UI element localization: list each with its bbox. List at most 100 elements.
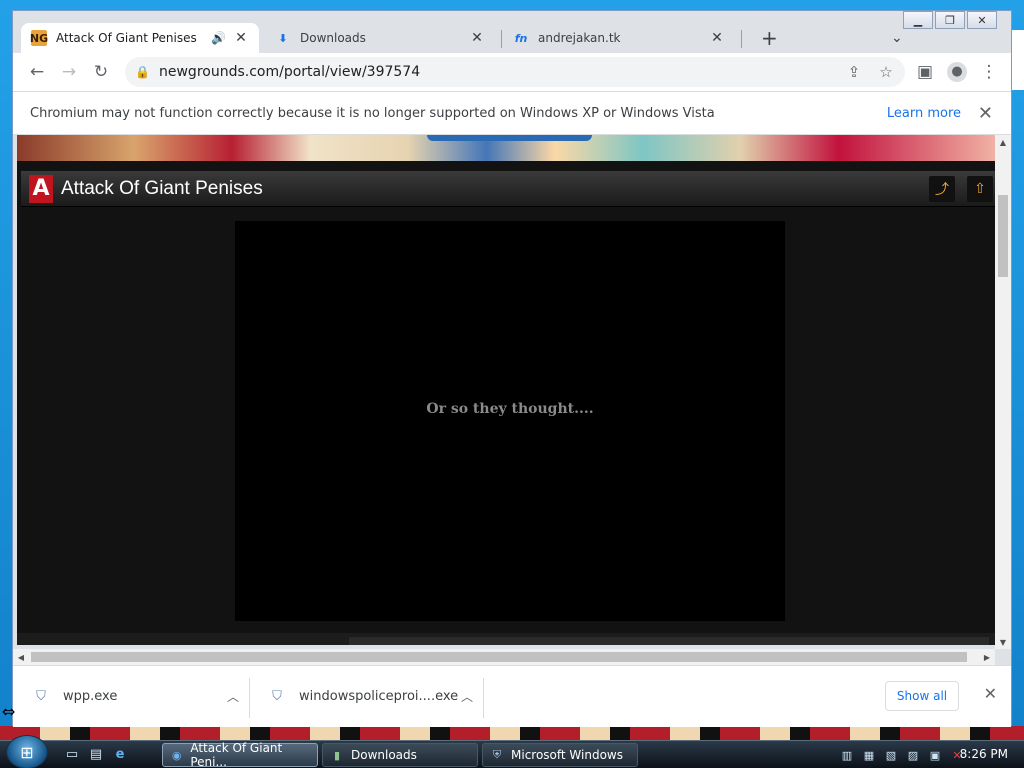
close-icon[interactable]: ✕ [984,684,997,703]
download-icon: ⬇ [278,31,288,45]
game-message: Or so they thought.... [426,401,594,417]
chevron-down-icon: ⌄ [891,30,903,46]
tray-app-icon[interactable]: ▦ [860,746,878,764]
game-canvas[interactable]: Or so they thought.... [235,221,785,621]
download-item-windowspolice[interactable]: ⛉ windowspoliceproi....exe ︿ [249,666,481,726]
download-filename: wpp.exe [63,688,118,704]
close-window-button[interactable]: ✕ [967,11,997,29]
plus-icon: + [761,26,778,50]
clock[interactable]: 8:26 PM [960,747,1008,761]
profile-button[interactable]: ● [941,56,973,88]
tray-app-icon[interactable]: ▨ [904,746,922,764]
player-title: Attack Of Giant Penises [61,177,263,199]
desktop-wallpaper-strip [0,726,1024,740]
close-tab-icon[interactable]: ✕ [709,30,725,46]
download-filename: windowspoliceproi....exe [299,688,459,704]
network-icon[interactable]: ▣ [926,746,944,764]
newgrounds-favicon: NG [29,30,49,46]
forward-button[interactable]: → [53,56,85,88]
address-bar[interactable]: 🔒 newgrounds.com/portal/view/397574 ⇪ ☆ [125,57,905,87]
reload-button[interactable]: ↻ [85,56,117,88]
lock-icon[interactable]: 🔒 [135,65,150,79]
taskbar: ⊞ ▭ ▤ e ◉ Attack Of Giant Peni... ▮ Down… [0,735,1024,768]
arrow-right-icon: → [61,62,77,82]
horizontal-scroll-thumb[interactable] [31,652,967,662]
reload-icon: ↻ [93,62,109,82]
tab-andrejakan[interactable]: fn andrejakan.tk ✕ [503,23,735,53]
tab-title: Attack Of Giant Penises [56,31,197,45]
tray-app-icon[interactable]: ▧ [882,746,900,764]
close-icon[interactable]: ✕ [978,103,993,124]
download-item-wpp[interactable]: ⛉ wpp.exe ︿ [13,666,247,726]
tab-title: Downloads [300,31,366,45]
share-icon[interactable]: ⇪ [843,62,865,82]
avatar-icon: ● [947,62,967,82]
maximize-button[interactable]: ❐ [935,11,965,29]
fn-favicon: fn [514,31,528,45]
side-panel-button[interactable]: ▣ [909,56,941,88]
new-tab-button[interactable]: + [751,23,781,53]
learn-more-link[interactable]: Learn more [887,106,961,121]
scroll-down-arrow-icon[interactable]: ▼ [995,635,1011,649]
side-panel-icon: ▣ [916,62,934,82]
share-icon: ⤴ [935,182,949,198]
taskbar-item-browser[interactable]: ◉ Attack Of Giant Peni... [162,741,318,768]
browser-toolbar: ← → ↻ 🔒 newgrounds.com/portal/view/39757… [13,53,1011,91]
task-label: Microsoft Windows [511,748,623,762]
shield-file-icon: ⛉ [36,688,46,704]
header-banner [17,135,995,161]
content-footer [17,633,995,645]
tab-strip: NG Attack Of Giant Penises 🔊 ✕ ⬇ Downloa… [13,11,1011,53]
banner-button[interactable] [427,135,592,141]
horizontal-scrollbar[interactable]: ◀ ▶ [13,649,995,665]
windows-logo-icon: ⊞ [20,742,34,762]
show-desktop-icon[interactable]: ▭ [62,745,82,763]
tab-attack-of-giant-penises[interactable]: NG Attack Of Giant Penises 🔊 ✕ [21,23,259,53]
scroll-right-arrow-icon[interactable]: ▶ [979,649,995,665]
vertical-scrollbar[interactable]: ▲ ▼ [995,135,1011,649]
show-all-button[interactable]: Show all [885,681,959,711]
window-controls: ▁ ❐ ✕ [903,11,997,29]
bookmark-star-icon[interactable]: ☆ [875,62,897,82]
chevron-up-icon[interactable]: ︿ [461,688,473,705]
download-shelf: ⛉ wpp.exe ︿ ⛉ windowspoliceproi....exe ︿… [13,665,1011,727]
desktop-window-edge [1012,30,1024,90]
switch-windows-icon[interactable]: ▤ [86,745,106,763]
vertical-scroll-thumb[interactable] [998,195,1008,277]
windows-shield-icon: ⛨ [492,748,502,761]
newgrounds-logo-icon[interactable]: A [29,174,53,203]
chevron-up-icon[interactable]: ︿ [227,688,239,705]
infobar: Chromium may not function correctly beca… [13,91,1011,135]
popout-icon: ⇧ [974,181,986,197]
taskbar-item-downloads[interactable]: ▮ Downloads [322,743,478,767]
back-button[interactable]: ← [21,56,53,88]
tray-app-icon[interactable]: ▥ [838,746,856,764]
internet-explorer-icon[interactable]: e [110,745,130,763]
close-tab-icon[interactable]: ✕ [469,30,485,46]
footer-panel [349,637,989,645]
folder-icon: ▮ [333,748,341,762]
menu-button[interactable]: ⋮ [973,56,1005,88]
start-button[interactable]: ⊞ [6,735,48,768]
speaker-icon[interactable]: 🔊 [211,31,227,45]
close-tab-icon[interactable]: ✕ [233,30,249,46]
chromium-icon: ◉ [171,748,182,762]
url-text[interactable]: newgrounds.com/portal/view/397574 [159,64,420,80]
download-separator [483,678,484,718]
task-label: Attack Of Giant Peni... [190,741,283,768]
share-button[interactable]: ⤴ [929,176,955,202]
shield-file-icon: ⛉ [272,688,282,704]
scroll-left-arrow-icon[interactable]: ◀ [13,649,29,665]
popout-button[interactable]: ⇧ [967,176,993,202]
kebab-menu-icon: ⋮ [980,62,998,82]
task-label: Downloads [351,748,417,762]
tab-downloads[interactable]: ⬇ Downloads ✕ [265,23,495,53]
minimize-button[interactable]: ▁ [903,11,933,29]
browser-window: NG Attack Of Giant Penises 🔊 ✕ ⬇ Downloa… [12,10,1012,727]
resize-cursor-icon: ⇔ [2,702,16,721]
page-content: A Attack Of Giant Penises ⤴ ⇧ Or so they… [17,135,995,645]
tab-title: andrejakan.tk [538,31,621,45]
scroll-up-arrow-icon[interactable]: ▲ [995,135,1011,149]
taskbar-item-microsoft-windows[interactable]: ⛨ Microsoft Windows [482,743,638,767]
tab-separator [741,30,742,48]
